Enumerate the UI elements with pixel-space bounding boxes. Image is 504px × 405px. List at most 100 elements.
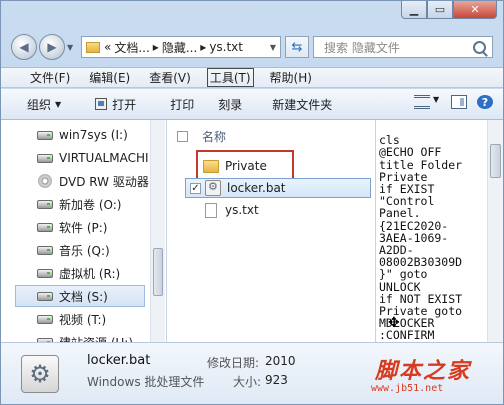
- address-segment[interactable]: 文档...: [114, 39, 149, 56]
- file-row-selected[interactable]: ✓ locker.bat: [185, 178, 371, 198]
- refresh-icon: ⇆: [291, 39, 303, 55]
- window-controls: ▁ ▭ ✕: [401, 1, 497, 19]
- forward-button[interactable]: ▶: [39, 34, 65, 60]
- back-arrow-icon: ◀: [19, 40, 29, 54]
- details-size-value: 923: [265, 373, 288, 387]
- details-modified-value: 2010: [265, 354, 296, 368]
- watermark-text: 脚本之家: [375, 358, 472, 384]
- nav-item-label: 软件 (P:): [59, 220, 108, 235]
- change-view-icon[interactable]: [414, 95, 430, 109]
- new-folder-button[interactable]: 新建文件夹: [262, 96, 342, 113]
- search-input[interactable]: 搜索 隐藏文件: [313, 36, 493, 58]
- file-row[interactable]: ys.txt: [203, 200, 259, 220]
- row-checkbox[interactable]: ✓: [190, 182, 201, 194]
- nav-item-label: VIRTUALMACHI: [59, 151, 149, 165]
- menu-help[interactable]: 帮助(H): [267, 68, 315, 87]
- nav-item-label: 虚拟机 (R:): [59, 266, 121, 281]
- preview-scroll-thumb[interactable]: [490, 144, 501, 178]
- drive-icon: [37, 222, 53, 232]
- menu-file[interactable]: 文件(F): [27, 68, 73, 87]
- open-button[interactable]: 打开: [85, 96, 146, 113]
- select-all-checkbox[interactable]: [177, 131, 188, 142]
- chevron-down-icon[interactable]: ▼: [270, 43, 276, 52]
- nav-item[interactable]: 视频 (T:): [37, 308, 106, 330]
- preview-pane-icon[interactable]: [451, 95, 467, 109]
- view-controls: ▼ ?: [404, 95, 493, 109]
- details-modified-label: 修改日期:: [207, 356, 260, 370]
- file-name: ys.txt: [225, 203, 259, 217]
- nav-item-label: 视频 (T:): [59, 312, 107, 327]
- nav-item-label: win7sys (I:): [59, 128, 128, 142]
- chevron-down-icon[interactable]: ▼: [433, 95, 441, 109]
- address-segment[interactable]: «: [104, 40, 111, 54]
- help-icon[interactable]: ?: [477, 95, 493, 109]
- details-file-name: locker.bat: [87, 353, 151, 368]
- file-list: 名称 Private ✓ locker.bat ys.txt: [167, 120, 375, 342]
- nav-scrollbar[interactable]: [150, 120, 165, 342]
- menu-bar: 文件(F) 编辑(E) 查看(V) 工具(T) 帮助(H): [1, 67, 503, 88]
- preview-line: title Folder: [379, 157, 463, 172]
- menu-view[interactable]: 查看(V): [146, 68, 194, 87]
- address-separator[interactable]: ▸: [153, 40, 159, 54]
- drive-icon: [37, 291, 53, 301]
- burn-button[interactable]: 刻录: [208, 96, 252, 113]
- nav-item[interactable]: VIRTUALMACHI: [37, 147, 149, 169]
- nav-item[interactable]: 软件 (P:): [37, 216, 107, 238]
- highlight-box: [196, 150, 294, 180]
- drive-icon: [37, 153, 53, 163]
- watermark: 脚本之家 www.jb51.net: [367, 353, 503, 403]
- preview-scrollbar[interactable]: [487, 120, 503, 342]
- recent-pages-dropdown[interactable]: ▼: [67, 43, 73, 52]
- details-size-label: 大小:: [233, 375, 262, 389]
- open-icon: [95, 98, 108, 110]
- nav-item-label: DVD RW 驱动器: [59, 174, 149, 189]
- print-label: 打印: [170, 97, 195, 112]
- address-bar[interactable]: « 文档... ▸ 隐藏... ▸ ys.txt ▼: [81, 36, 281, 58]
- address-segment[interactable]: ys.txt: [209, 40, 243, 54]
- address-segment[interactable]: 隐藏...: [162, 39, 197, 56]
- menu-tools[interactable]: 工具(T): [206, 68, 254, 87]
- nav-item[interactable]: win7sys (I:): [37, 124, 128, 146]
- batch-file-icon: [205, 180, 221, 196]
- maximize-button[interactable]: ▭: [427, 1, 453, 19]
- preview-line: :CONFIRM: [379, 328, 435, 342]
- preview-line: {21EC2020-: [379, 218, 449, 233]
- open-label: 打开: [112, 97, 137, 112]
- explorer-window: ▁ ▭ ✕ ◀ ▶ ▼ « 文档... ▸ 隐藏... ▸ ys.txt ▼ ⇆…: [0, 0, 504, 405]
- watermark-url: www.jb51.net: [371, 383, 444, 394]
- drive-icon: [37, 245, 53, 255]
- back-button[interactable]: ◀: [11, 34, 37, 60]
- forward-arrow-icon: ▶: [47, 40, 57, 54]
- new-folder-label: 新建文件夹: [272, 97, 333, 112]
- nav-item-label: 文档 (S:): [59, 289, 108, 304]
- column-header-name[interactable]: 名称: [177, 128, 226, 145]
- nav-scroll-thumb[interactable]: [153, 248, 163, 296]
- address-separator[interactable]: ▸: [200, 40, 206, 54]
- menu-edit[interactable]: 编辑(E): [86, 68, 133, 87]
- mouse-cursor-icon: ✥: [388, 315, 400, 331]
- nav-item-selected[interactable]: 文档 (S:): [15, 285, 145, 307]
- burn-label: 刻录: [218, 97, 243, 112]
- disc-icon: [38, 174, 52, 188]
- chevron-down-icon: ▼: [55, 99, 62, 109]
- nav-item[interactable]: 建站资源 (U:): [37, 331, 133, 342]
- refresh-button[interactable]: ⇆: [285, 36, 309, 58]
- organize-button[interactable]: 组织 ▼: [17, 96, 71, 113]
- navigation-pane: win7sys (I:) VIRTUALMACHI DVD RW 驱动器 新加卷…: [1, 120, 167, 342]
- details-file-type: Windows 批处理文件: [87, 375, 205, 389]
- batch-file-icon: ⚙: [21, 355, 59, 393]
- close-button[interactable]: ✕: [453, 1, 497, 19]
- search-placeholder: 搜索 隐藏文件: [324, 40, 400, 55]
- preview-line: @ECHO OFF: [379, 145, 442, 160]
- drive-icon: [37, 199, 53, 209]
- nav-item[interactable]: 新加卷 (O:): [37, 193, 121, 215]
- preview-line: Panel.: [379, 206, 421, 221]
- print-button[interactable]: 打印: [160, 96, 204, 113]
- nav-item[interactable]: 音乐 (Q:): [37, 239, 110, 261]
- minimize-button[interactable]: ▁: [401, 1, 427, 19]
- nav-item-label: 建站资源 (U:): [59, 334, 133, 343]
- nav-item[interactable]: 虚拟机 (R:): [37, 262, 120, 284]
- column-header-label: 名称: [202, 130, 227, 144]
- nav-item[interactable]: DVD RW 驱动器: [37, 170, 149, 192]
- drive-icon: [37, 130, 53, 140]
